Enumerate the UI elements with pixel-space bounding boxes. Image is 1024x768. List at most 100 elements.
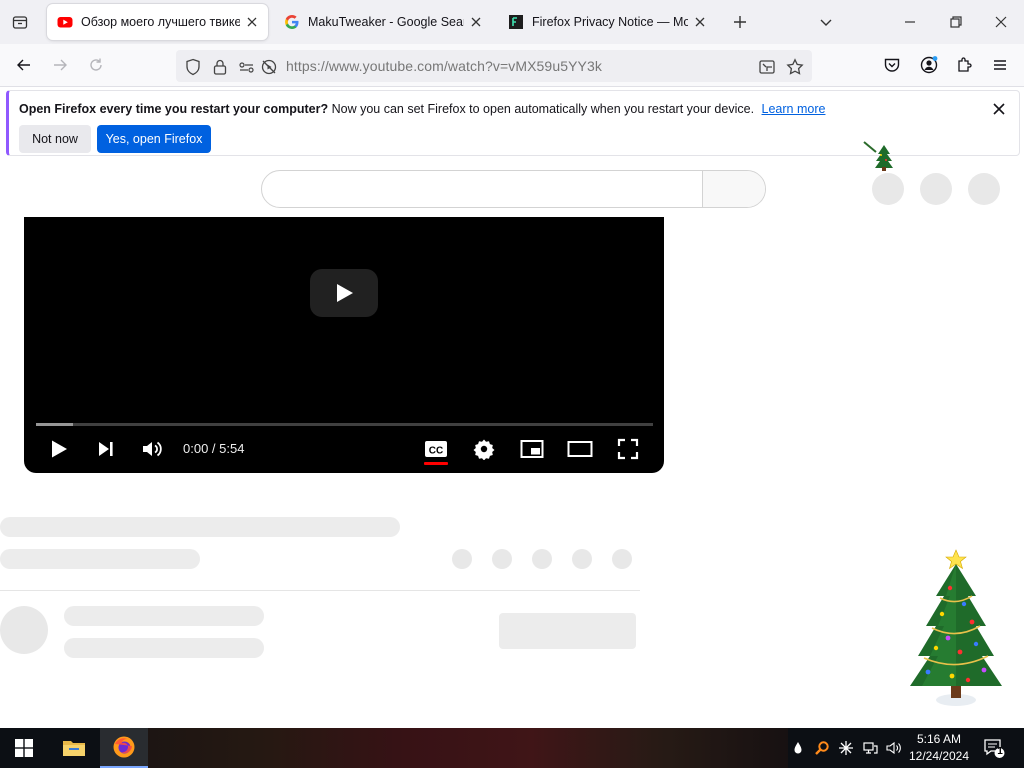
settings-button[interactable]: [470, 435, 498, 463]
youtube-search-box[interactable]: [261, 170, 766, 208]
reload-button[interactable]: [84, 53, 108, 77]
notification-text: Now you can set Firefox to open automati…: [331, 102, 755, 116]
minimize-icon: [905, 21, 915, 23]
closed-captions-icon: CC: [425, 441, 447, 457]
close-icon[interactable]: [991, 101, 1007, 117]
picture-in-picture-icon[interactable]: [758, 58, 776, 76]
search-tray-icon[interactable]: [814, 740, 830, 756]
folder-icon: [63, 741, 85, 756]
back-button[interactable]: [12, 53, 36, 77]
speaker-icon[interactable]: [886, 740, 902, 756]
video-player[interactable]: 0:00 / 5:54 CC: [24, 217, 664, 473]
next-button[interactable]: [92, 435, 120, 463]
yes-open-firefox-button[interactable]: Yes, open Firefox: [97, 125, 211, 153]
gear-icon: [473, 439, 495, 460]
close-window-button[interactable]: [989, 10, 1013, 34]
progress-bar[interactable]: [36, 423, 653, 426]
taskbar-clock[interactable]: 5:16 AM 12/24/2024: [904, 731, 974, 765]
skeleton-subscribe-button: [499, 613, 636, 649]
list-all-tabs-button[interactable]: [814, 10, 838, 34]
close-tab-icon[interactable]: [468, 14, 484, 30]
bookmark-star-icon[interactable]: [786, 58, 804, 76]
windows-logo-icon: [15, 739, 33, 757]
skeleton-icon-placeholder: [920, 173, 952, 205]
skeleton-channel-name: [64, 606, 264, 626]
new-tab-button[interactable]: [728, 10, 752, 34]
taskbar-firefox[interactable]: [100, 728, 148, 768]
restore-button[interactable]: [944, 10, 968, 34]
skip-next-icon: [99, 442, 113, 456]
subtitles-button[interactable]: CC: [422, 435, 450, 463]
mozilla-icon: [509, 15, 523, 29]
youtube-icon: [57, 17, 73, 28]
pocket-button[interactable]: [880, 53, 904, 77]
tab-youtube[interactable]: Обзор моего лучшего твикер: [47, 4, 268, 40]
lock-icon[interactable]: [211, 58, 229, 76]
youtube-search-button[interactable]: [702, 171, 765, 207]
close-icon: [995, 16, 1007, 28]
firefox-view-button[interactable]: [8, 10, 32, 34]
skeleton-action-placeholder: [492, 549, 512, 569]
skeleton-action-placeholder: [572, 549, 592, 569]
google-icon: [285, 15, 299, 29]
snowflake-tray-icon[interactable]: [838, 740, 854, 756]
skeleton-action-placeholder: [452, 549, 472, 569]
droplet-tray-icon[interactable]: [790, 740, 806, 756]
mute-button[interactable]: [138, 435, 166, 463]
shield-icon[interactable]: [184, 58, 202, 76]
hamburger-menu-icon: [994, 60, 1006, 70]
svg-text:CC: CC: [429, 446, 443, 457]
miniplayer-button[interactable]: [518, 435, 546, 463]
skeleton-title-placeholder: [0, 517, 400, 537]
skeleton-avatar-placeholder: [968, 173, 1000, 205]
autoplay-blocked-icon[interactable]: [260, 58, 278, 76]
network-icon[interactable]: [862, 740, 878, 756]
chevron-down-icon: [820, 19, 832, 26]
app-menu-button[interactable]: [988, 53, 1012, 77]
skeleton-icon-placeholder: [872, 173, 904, 205]
skeleton-subtitle-placeholder: [0, 549, 200, 569]
start-button[interactable]: [0, 728, 48, 768]
notification-count: 1: [997, 746, 1003, 757]
subtitles-active-indicator: [424, 462, 448, 465]
forward-button[interactable]: [48, 53, 72, 77]
large-play-button[interactable]: [310, 269, 378, 317]
tab-firefox-privacy[interactable]: Firefox Privacy Notice — Mozill: [498, 4, 716, 40]
url-text[interactable]: https://www.youtube.com/watch?v=vMX59u5Y…: [286, 58, 602, 74]
skeleton-action-placeholder: [612, 549, 632, 569]
skeleton-channel-avatar: [0, 606, 48, 654]
progress-loaded: [36, 423, 74, 426]
theater-mode-button[interactable]: [566, 435, 594, 463]
taskbar-file-explorer[interactable]: [50, 728, 98, 768]
permissions-icon[interactable]: [238, 58, 256, 76]
puzzle-icon: [958, 57, 972, 72]
section-divider: [0, 590, 640, 591]
not-now-button[interactable]: Not now: [19, 125, 91, 153]
plus-icon: [734, 16, 746, 28]
notification-title: Open Firefox every time you restart your…: [19, 102, 329, 116]
tab-title: MakuTweaker - Google Search: [308, 15, 464, 29]
tab-title: Firefox Privacy Notice — Mozill: [532, 15, 688, 29]
notification-message: Open Firefox every time you restart your…: [19, 102, 825, 116]
fullscreen-button[interactable]: [614, 435, 642, 463]
firefox-icon: [113, 736, 135, 758]
skeleton-channel-subs: [64, 638, 264, 658]
address-bar[interactable]: https://www.youtube.com/watch?v=vMX59u5Y…: [176, 50, 812, 82]
account-button[interactable]: [917, 53, 941, 77]
extensions-button[interactable]: [953, 53, 977, 77]
close-tab-icon[interactable]: [692, 14, 708, 30]
tab-google-search[interactable]: MakuTweaker - Google Search: [274, 4, 492, 40]
minimize-button[interactable]: [898, 10, 922, 34]
play-button[interactable]: [45, 435, 73, 463]
action-center-button[interactable]: 1: [983, 737, 1005, 759]
clock-time: 5:16 AM: [916, 732, 962, 746]
skeleton-action-placeholder: [532, 549, 552, 569]
desktop-wallpaper-peek: [148, 728, 788, 768]
time-display: 0:00 / 5:54: [183, 441, 245, 456]
arrow-right-icon: [54, 59, 67, 71]
learn-more-link[interactable]: Learn more: [762, 102, 826, 116]
volume-icon: [143, 441, 162, 457]
close-tab-icon[interactable]: [244, 14, 260, 30]
theater-mode-icon: [567, 441, 593, 457]
clock-date: 12/24/2024: [908, 749, 970, 763]
